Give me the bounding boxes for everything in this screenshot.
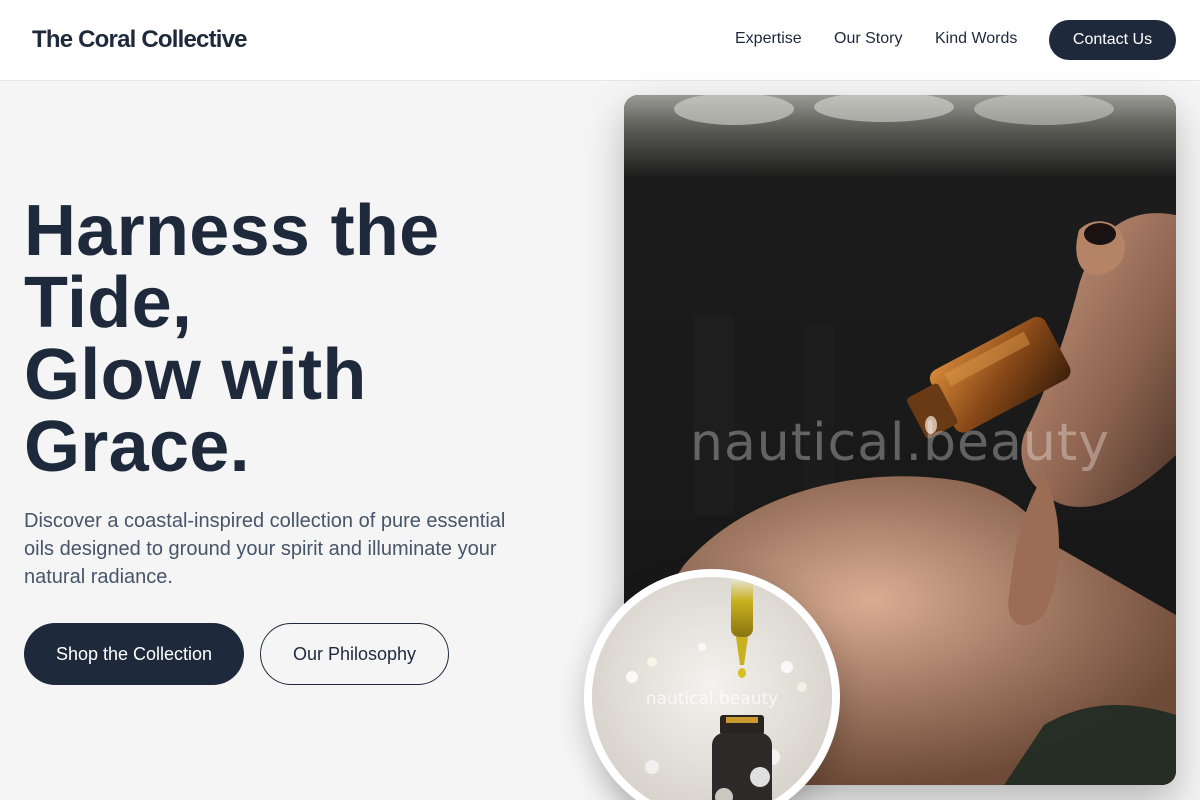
contact-us-button[interactable]: Contact Us	[1049, 20, 1176, 60]
site-header: The Coral Collective Expertise Our Story…	[0, 0, 1200, 81]
nav-link-expertise[interactable]: Expertise	[735, 30, 802, 48]
hero-headline: Harness the Tide, Glow with Grace.	[24, 195, 584, 483]
headline-line: Grace.	[24, 407, 250, 487]
brand-logo[interactable]: The Coral Collective	[32, 26, 248, 54]
nav-link-kind-words[interactable]: Kind Words	[935, 30, 1017, 48]
headline-line: Glow with	[24, 335, 367, 415]
hero-subtext: Discover a coastal-inspired collection o…	[24, 510, 506, 588]
circle-image-watermark: nautical.beauty	[645, 689, 779, 709]
headline-line: Harness the	[24, 191, 440, 271]
shop-collection-button[interactable]: Shop the Collection	[24, 623, 244, 685]
our-philosophy-button[interactable]: Our Philosophy	[260, 623, 449, 685]
image-watermark: nautical.beauty	[689, 413, 1111, 473]
headline-line: Tide,	[24, 263, 193, 343]
nav-link-our-story[interactable]: Our Story	[834, 30, 902, 48]
